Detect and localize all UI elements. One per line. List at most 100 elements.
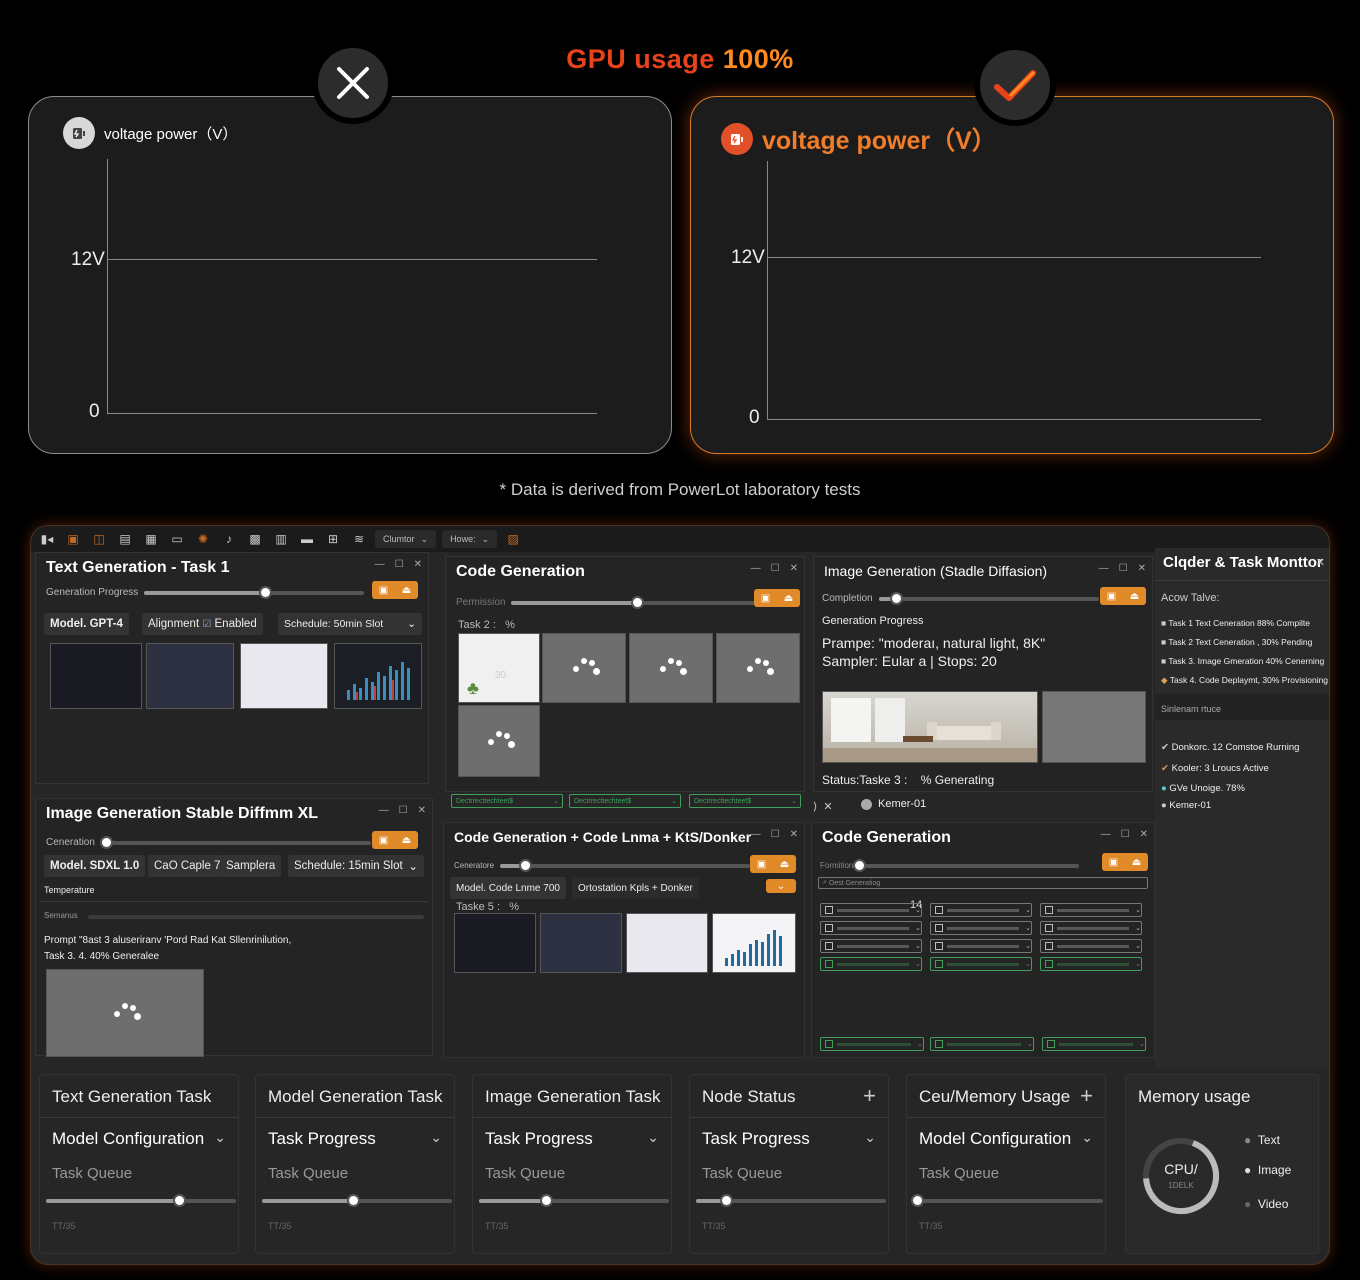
- grid-select[interactable]: ⌄: [820, 957, 922, 971]
- grid-select[interactable]: ⌄: [1040, 957, 1142, 971]
- plus-icon[interactable]: +: [1080, 1083, 1093, 1109]
- sampler-chip[interactable]: Samplera: [220, 855, 282, 877]
- task-item[interactable]: ■ Task 3. Image Gmeration 40% Cenerning: [1161, 656, 1324, 666]
- station-chip[interactable]: Ortostation Kpls + Donker: [572, 877, 699, 899]
- dropdown-select[interactable]: ⌄: [930, 1037, 1034, 1051]
- checkbox-icon[interactable]: [1045, 960, 1053, 968]
- schedule-select[interactable]: Schedule: 50min Slot ⌄: [278, 613, 422, 635]
- schedule-select[interactable]: Schedule: 15min Slot ⌄: [288, 855, 424, 877]
- save-icon[interactable]: ▤: [115, 531, 135, 547]
- action-button[interactable]: ▣ ⏏: [1102, 853, 1148, 871]
- folder-icon[interactable]: ▦: [141, 531, 161, 547]
- action-button[interactable]: ▣ ⏏: [754, 589, 800, 607]
- progress-slider[interactable]: [853, 858, 1080, 872]
- settings-icon[interactable]: ✺: [193, 531, 213, 547]
- card-subtitle[interactable]: Task Progress: [702, 1129, 810, 1149]
- node-item[interactable]: ● Kemer-01: [1161, 800, 1211, 811]
- progress-slider[interactable]: [479, 1194, 669, 1207]
- window-controls[interactable]: — ☐ ✕: [751, 829, 798, 840]
- node-item[interactable]: ● GVe Unoige. 78%: [1161, 783, 1245, 794]
- action-button[interactable]: ▣ ⏏: [372, 831, 418, 849]
- search-input[interactable]: ⌕ Oest Generatiog: [818, 877, 1148, 889]
- task-item[interactable]: ■ Task 1 Text Ceneration 88% Compilte: [1161, 618, 1310, 628]
- doc-thumbnail[interactable]: [240, 643, 328, 709]
- doc-icon[interactable]: ▥: [271, 531, 291, 547]
- progress-slider[interactable]: [144, 585, 365, 599]
- checkbox-icon[interactable]: [1045, 924, 1053, 932]
- close-icon[interactable]: ✕: [1316, 556, 1325, 569]
- checkbox-icon[interactable]: [825, 906, 833, 914]
- window-controls[interactable]: — ☐ ✕: [1101, 829, 1148, 840]
- calendar-icon[interactable]: ▩: [245, 531, 265, 547]
- card-subtitle[interactable]: Task Progress: [268, 1129, 376, 1149]
- chevron-down-icon[interactable]: ⌄: [214, 1129, 226, 1146]
- card-subtitle[interactable]: Task Progress: [485, 1129, 593, 1149]
- window-controls[interactable]: — ☐ ✕: [375, 559, 422, 570]
- grid-select[interactable]: ⌄: [930, 903, 1032, 917]
- dropdown-select[interactable]: Dectrrecttechteet$ ⌄: [569, 794, 681, 808]
- progress-slider[interactable]: [262, 1194, 452, 1207]
- dropdown-select[interactable]: ⌄: [1042, 1037, 1146, 1051]
- checkbox-icon[interactable]: [935, 1040, 943, 1048]
- grid-select[interactable]: ⌄: [1040, 939, 1142, 953]
- checkbox-icon[interactable]: [935, 960, 943, 968]
- code-thumbnail[interactable]: [454, 913, 536, 973]
- model-chip[interactable]: Model. GPT-4: [44, 613, 129, 635]
- cfg-chip[interactable]: CaO Caple 7: [148, 855, 227, 877]
- seed-slider[interactable]: [88, 915, 424, 919]
- progress-slider[interactable]: [696, 1194, 886, 1207]
- checkbox-icon[interactable]: [1045, 906, 1053, 914]
- checkbox-icon[interactable]: [825, 960, 833, 968]
- grid-select[interactable]: ⌄: [930, 957, 1032, 971]
- model-chip[interactable]: Model. SDXL 1.0: [44, 855, 146, 877]
- window-controls[interactable]: — ☐ ✕: [1099, 563, 1146, 574]
- checkbox-icon[interactable]: [935, 924, 943, 932]
- progress-slider[interactable]: [100, 835, 371, 849]
- grid-select[interactable]: ⌄: [1040, 903, 1142, 917]
- checkbox-icon[interactable]: [825, 1040, 833, 1048]
- living-room-image[interactable]: [822, 691, 1038, 763]
- grid-select[interactable]: ⌄: [820, 939, 922, 953]
- progress-slider[interactable]: [500, 858, 751, 872]
- node-item[interactable]: Kemer-01: [861, 798, 926, 810]
- chart-thumbnail[interactable]: [712, 913, 796, 973]
- grid-select[interactable]: ⌄: [1040, 921, 1142, 935]
- chevron-down-icon[interactable]: ⌄: [1081, 1129, 1093, 1146]
- code-thumbnail[interactable]: [50, 643, 142, 709]
- task-item[interactable]: ■ Task 2 Text Ceneration , 30% Pending: [1161, 637, 1312, 647]
- model-chip[interactable]: Model. Code Lnme 700: [450, 877, 566, 899]
- dropdown-select[interactable]: Dectrrecttechteet$ ⌄: [451, 794, 563, 808]
- grid-icon[interactable]: ⊞: [323, 531, 343, 547]
- progress-slider[interactable]: [910, 1194, 1103, 1207]
- progress-slider[interactable]: [46, 1194, 236, 1207]
- task-item[interactable]: ◆ Task 4. Code Deplaymt, 30% Provisionin…: [1161, 675, 1328, 686]
- dropdown-select[interactable]: ⌄: [820, 1037, 924, 1051]
- grid-select[interactable]: ⌄: [930, 939, 1032, 953]
- toolbar-dropdown-2[interactable]: Howe: ⌄: [442, 530, 498, 548]
- alignment-chip[interactable]: Alignment ☑ Enabled: [142, 613, 263, 635]
- checkbox-icon[interactable]: [1047, 1040, 1055, 1048]
- card-subtitle[interactable]: Model Configuration: [52, 1129, 204, 1149]
- node-item[interactable]: ✔ Donkorc. 12 Comstoe Rurning: [1161, 742, 1299, 753]
- progress-slider[interactable]: [878, 591, 1099, 605]
- database-icon[interactable]: ≋: [349, 531, 369, 547]
- checkbox-icon[interactable]: [1045, 942, 1053, 950]
- chevron-down-icon[interactable]: ⌄: [430, 1129, 442, 1146]
- copy-icon[interactable]: ◫: [89, 531, 109, 547]
- dropdown-select[interactable]: Dectrrecttechteet$ ⌄: [689, 794, 801, 808]
- chevron-down-icon[interactable]: ⌄: [647, 1129, 659, 1146]
- grid-select[interactable]: ⌄: [820, 921, 922, 935]
- checkbox-icon[interactable]: [825, 924, 833, 932]
- ide-thumbnail[interactable]: [540, 913, 622, 973]
- checkbox-icon[interactable]: [825, 942, 833, 950]
- monitor-icon[interactable]: ▬: [297, 531, 317, 547]
- checkbox-icon[interactable]: ☑: [202, 619, 211, 630]
- window-controls[interactable]: — ☐ ✕: [379, 805, 426, 816]
- window-icon[interactable]: ▭: [167, 531, 187, 547]
- checkbox-icon[interactable]: [935, 906, 943, 914]
- action-button[interactable]: ▣ ⏏: [1100, 587, 1146, 605]
- bell-icon[interactable]: ♪: [219, 531, 239, 547]
- file-icon[interactable]: ▣: [63, 531, 83, 547]
- window-controls[interactable]: — ☐ ✕: [751, 563, 798, 574]
- action-button[interactable]: ▣ ⏏: [372, 581, 418, 599]
